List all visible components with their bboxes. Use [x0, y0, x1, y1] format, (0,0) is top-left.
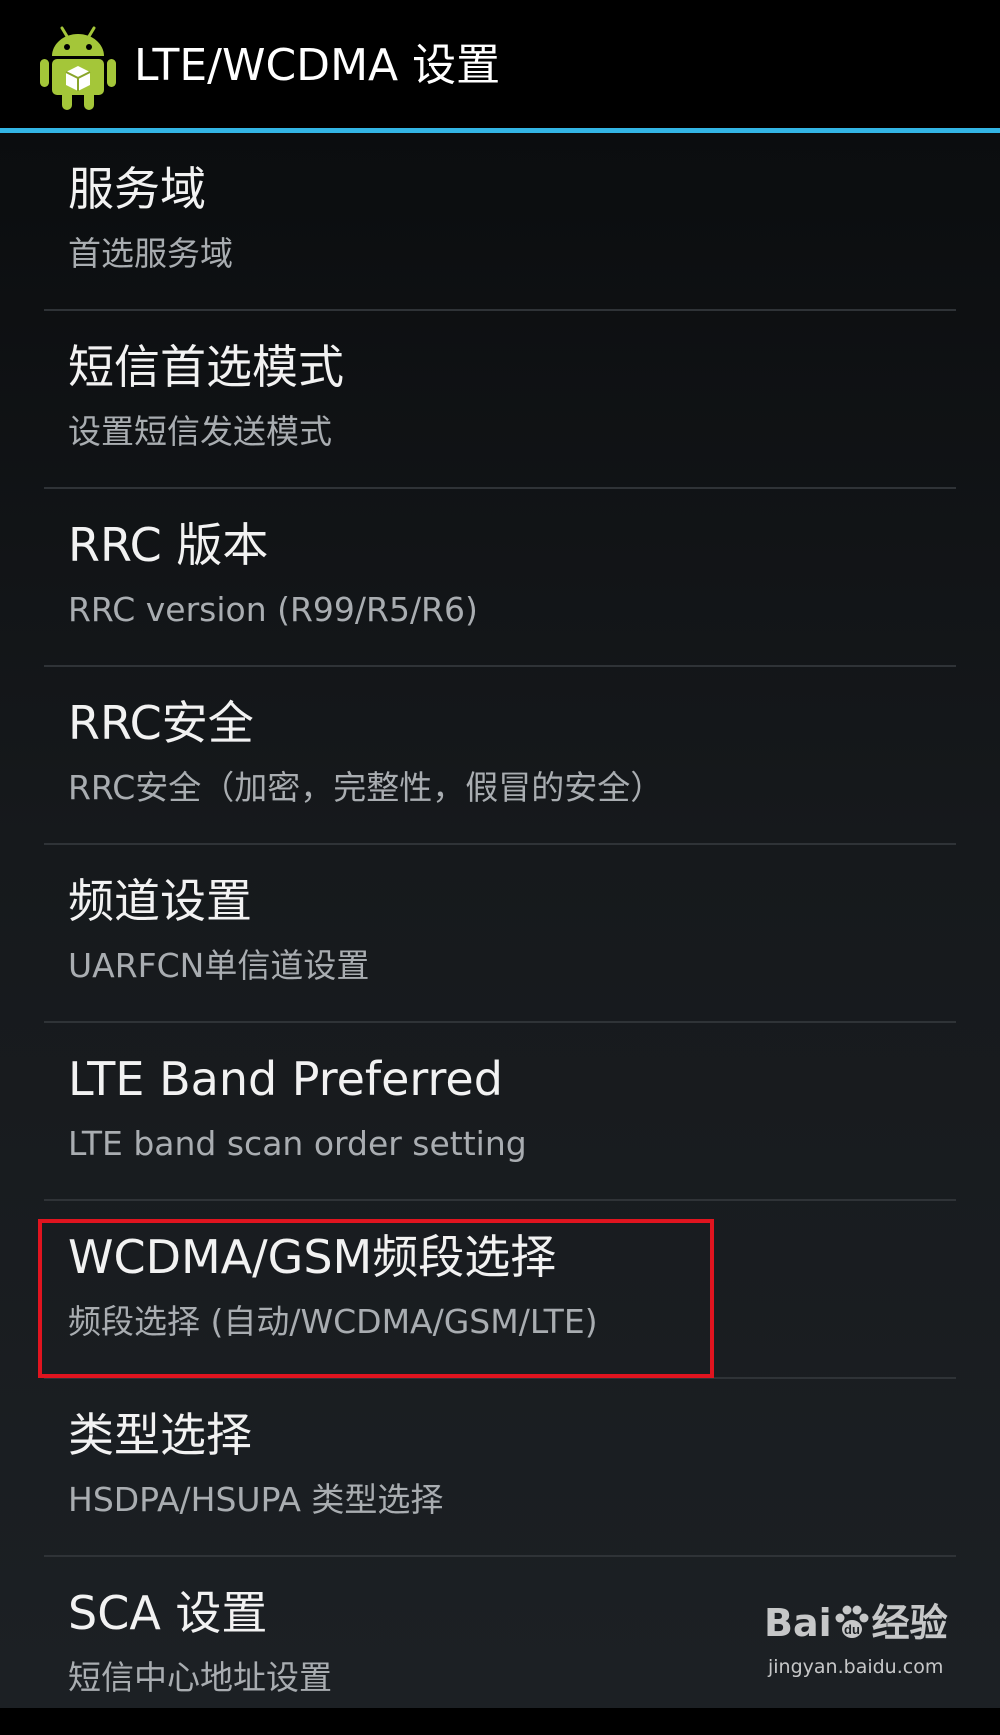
svg-text:du: du	[844, 1622, 860, 1637]
pref-item-channel-settings[interactable]: 频道设置 UARFCN单信道设置	[0, 845, 1000, 1023]
watermark-logo-right: 经验	[871, 1601, 948, 1645]
pref-summary: HSDPA/HSUPA 类型选择	[68, 1480, 444, 1519]
android-robot-icon[interactable]	[38, 22, 118, 112]
pref-summary: 短信中心地址设置	[68, 1658, 332, 1697]
pref-item-rrc-security[interactable]: RRC安全 RRC安全（加密，完整性，假冒的安全）	[0, 667, 1000, 845]
pref-summary: LTE band scan order setting	[68, 1124, 527, 1163]
pref-summary: RRC安全（加密，完整性，假冒的安全）	[68, 768, 664, 807]
pref-title: RRC安全	[68, 696, 254, 750]
pref-title: SCA 设置	[68, 1586, 268, 1640]
baidu-jingyan-watermark: Bai du 经验 jingyan.baidu.com	[764, 1598, 964, 1694]
pref-item-lte-band-preferred[interactable]: LTE Band Preferred LTE band scan order s…	[0, 1023, 1000, 1201]
pref-summary: RRC version (R99/R5/R6)	[68, 590, 478, 629]
pref-summary: 首选服务域	[68, 234, 233, 273]
pref-title: WCDMA/GSM频段选择	[68, 1230, 557, 1284]
pref-item-sms-preferred-mode[interactable]: 短信首选模式 设置短信发送模式	[0, 311, 1000, 489]
pref-title: 服务域	[68, 162, 206, 216]
pref-title: LTE Band Preferred	[68, 1052, 503, 1106]
pref-item-type-select[interactable]: 类型选择 HSDPA/HSUPA 类型选择	[0, 1379, 1000, 1557]
pref-summary: 频段选择 (自动/WCDMA/GSM/LTE)	[68, 1302, 598, 1341]
watermark-logo-left: Bai	[764, 1601, 832, 1645]
pref-title: 类型选择	[68, 1408, 252, 1462]
watermark-url: jingyan.baidu.com	[768, 1656, 944, 1678]
pref-item-rrc-version[interactable]: RRC 版本 RRC version (R99/R5/R6)	[0, 489, 1000, 667]
pref-summary: 设置短信发送模式	[68, 412, 332, 451]
paw-icon: du	[835, 1605, 869, 1638]
preference-list: 服务域 首选服务域 短信首选模式 设置短信发送模式 RRC 版本 RRC ver…	[0, 133, 1000, 1735]
action-bar: LTE/WCDMA 设置	[0, 0, 1000, 128]
preference-list-container[interactable]: 服务域 首选服务域 短信首选模式 设置短信发送模式 RRC 版本 RRC ver…	[0, 133, 1000, 1708]
pref-title: RRC 版本	[68, 518, 269, 572]
pref-summary: UARFCN单信道设置	[68, 946, 370, 985]
pref-item-wcdma-gsm-band-select[interactable]: WCDMA/GSM频段选择 频段选择 (自动/WCDMA/GSM/LTE)	[0, 1201, 1000, 1379]
page-title: LTE/WCDMA 设置	[134, 40, 501, 91]
pref-title: 频道设置	[68, 874, 252, 928]
watermark-logo: Bai du 经验	[764, 1598, 948, 1648]
pref-item-service-domain[interactable]: 服务域 首选服务域	[0, 133, 1000, 311]
pref-title: 短信首选模式	[68, 340, 344, 394]
